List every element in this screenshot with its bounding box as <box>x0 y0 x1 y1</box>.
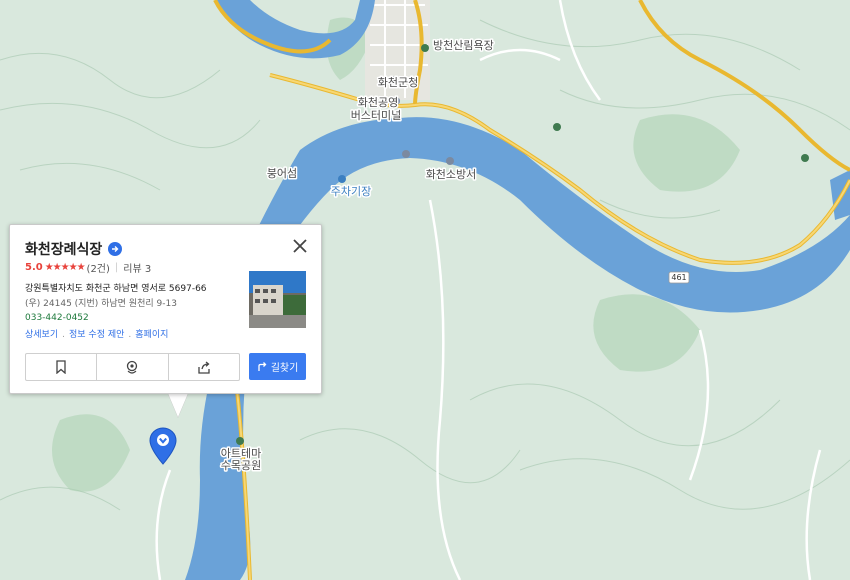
map-label-county-office: 화천군청 <box>378 75 418 89</box>
fire-station-icon <box>446 157 454 165</box>
bridge-icon <box>402 150 410 158</box>
map-label-bus-terminal-2: 버스터미널 <box>351 109 402 122</box>
share-icon <box>198 360 210 374</box>
postal-address: (우) 24145 (지번) 하남면 원천리 9-13 <box>25 299 177 309</box>
place-name[interactable]: 화천장례식장 <box>25 239 102 259</box>
save-button[interactable] <box>26 354 98 380</box>
edit-suggestion-link[interactable]: 정보 수정 제안 <box>69 330 124 340</box>
roadview-button[interactable] <box>97 354 169 380</box>
parking-icon <box>338 175 346 183</box>
link-separator: . <box>62 330 65 340</box>
mountain-icon <box>553 123 561 131</box>
map-label-park-2: 수목공원 <box>221 459 261 472</box>
directions-icon <box>258 362 267 371</box>
place-links: 상세보기. 정보 수정 제안. 홈페이지 <box>25 327 168 340</box>
mountain-icon <box>801 154 809 162</box>
arrow-right-icon[interactable] <box>108 242 123 256</box>
location-pin-icon <box>127 360 138 374</box>
place-title-row: 화천장례식장 <box>25 239 123 259</box>
route-461-badge: 461 <box>668 271 690 284</box>
action-bar <box>25 353 240 381</box>
rating-row: 5.0 ★★★★★ (2건) | 리뷰 3 <box>25 260 151 275</box>
place-marker-pin-icon[interactable] <box>149 427 177 465</box>
forest-icon <box>421 44 429 52</box>
close-icon[interactable] <box>291 237 309 255</box>
route-461-label: 461 <box>671 273 686 282</box>
directions-button[interactable]: 길찾기 <box>249 353 306 380</box>
rating-stars: ★★★★★ <box>44 262 86 273</box>
popup-pointer <box>167 391 189 417</box>
homepage-link[interactable]: 홈페이지 <box>135 330 168 340</box>
bookmark-icon <box>56 360 66 374</box>
directions-label: 길찾기 <box>270 363 299 374</box>
rating-score: 5.0 <box>25 262 43 273</box>
place-info-popup: 화천장례식장 5.0 ★★★★★ (2건) | 리뷰 3 강원특별자치도 화천군… <box>9 224 322 394</box>
map-label-forest: 방천산림욕장 <box>433 38 494 52</box>
road-address: 강원특별자치도 화천군 하남면 영서로 5697-66 <box>25 284 207 294</box>
map-label-fire-station: 화천소방서 <box>426 167 477 181</box>
detail-link[interactable]: 상세보기 <box>25 330 58 340</box>
share-button[interactable] <box>169 354 239 380</box>
park-icon <box>236 437 244 445</box>
phone-number[interactable]: 033-442-0452 <box>25 313 89 323</box>
review-link[interactable]: 리뷰 3 <box>123 260 151 275</box>
map-label-parking: 주차기장 <box>331 185 371 198</box>
link-separator: . <box>128 330 132 340</box>
map-label-bus-terminal-1: 화천공영 <box>358 95 398 109</box>
place-photo-thumbnail[interactable] <box>249 271 306 328</box>
map-label-island: 붕어섬 <box>267 167 297 180</box>
divider: | <box>114 262 119 273</box>
rating-count[interactable]: (2건) <box>87 260 110 275</box>
